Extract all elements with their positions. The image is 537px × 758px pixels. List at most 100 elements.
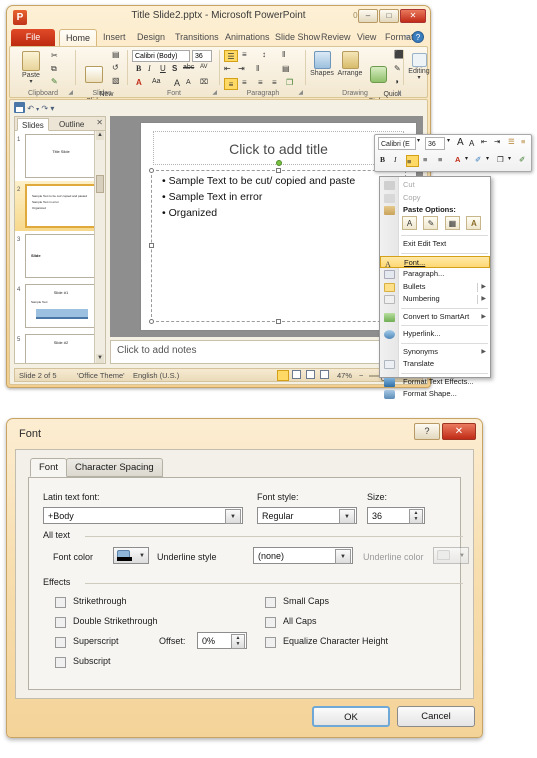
close-pane-icon[interactable]: ✕ bbox=[96, 118, 103, 127]
superscript-checkbox[interactable] bbox=[55, 637, 66, 648]
font-color-button[interactable]: ▼ bbox=[113, 547, 149, 564]
underline-style-input[interactable]: (none) ▼ bbox=[253, 547, 353, 564]
text-direction-button[interactable]: ‖ bbox=[282, 50, 285, 59]
increase-indent-button[interactable]: ⇥ bbox=[238, 64, 245, 73]
resize-handle-b[interactable] bbox=[275, 319, 281, 324]
zoom-out-button[interactable]: − bbox=[359, 369, 363, 383]
minimize-button[interactable]: – bbox=[358, 9, 378, 23]
align-right-button[interactable]: ≡ bbox=[258, 78, 263, 87]
numbering-button[interactable]: ≡ bbox=[242, 50, 247, 59]
tab-character-spacing[interactable]: Character Spacing bbox=[66, 458, 163, 477]
menu-item-format-text-effects[interactable]: Format Text Effects... bbox=[380, 376, 490, 389]
mini-align-left-button[interactable]: ≡ bbox=[406, 155, 419, 167]
mini-bold-button[interactable]: B bbox=[380, 155, 385, 164]
line-spacing-button[interactable]: ↕ bbox=[262, 50, 266, 59]
decrease-indent-button[interactable]: ⇤ bbox=[224, 64, 231, 73]
thumbnail-row-3[interactable]: 3 Slide bbox=[15, 231, 94, 281]
layout-button[interactable]: ▤ bbox=[112, 50, 120, 59]
latin-font-input[interactable]: +Body ▼ bbox=[43, 507, 243, 524]
language-indicator[interactable]: English (U.S.) bbox=[133, 369, 179, 383]
mini-align-right-button[interactable]: ≡ bbox=[438, 155, 442, 164]
undo-dropdown-icon[interactable]: ▾ bbox=[36, 107, 39, 113]
mini-decrease-indent-button[interactable]: ⇤ bbox=[481, 137, 487, 146]
save-icon[interactable] bbox=[14, 102, 25, 113]
menu-item-hyperlink[interactable]: Hyperlink... bbox=[380, 328, 490, 341]
grow-font-button[interactable]: A bbox=[174, 78, 180, 88]
body-placeholder[interactable]: Sample Text to be cut/ copied and paste … bbox=[149, 168, 406, 324]
menu-item-paragraph[interactable]: Paragraph... bbox=[380, 268, 490, 281]
mini-font-size[interactable]: 36 bbox=[425, 137, 445, 150]
restore-button[interactable]: □ bbox=[379, 9, 399, 23]
menu-item-convert-to-smartart[interactable]: Convert to SmartArt ▶ bbox=[380, 311, 490, 324]
mini-format-painter-button[interactable]: ✐ bbox=[519, 155, 525, 164]
customize-qat-icon[interactable]: ▾ bbox=[50, 104, 54, 113]
arrange-button[interactable]: Arrange bbox=[336, 51, 364, 77]
underline-style-dropdown-icon[interactable]: ▼ bbox=[335, 549, 351, 564]
scrollbar-thumb[interactable] bbox=[96, 175, 104, 193]
mini-font-name[interactable]: Calibri (E bbox=[378, 137, 416, 150]
font-name-box[interactable]: Calibri (Body) bbox=[132, 50, 190, 62]
latin-font-dropdown-icon[interactable]: ▼ bbox=[225, 509, 241, 524]
thumbnail-scrollbar[interactable]: ▲ ▼ bbox=[94, 131, 105, 363]
size-input[interactable]: 36 ▲ ▼ bbox=[367, 507, 425, 524]
tab-insert[interactable]: Insert bbox=[97, 29, 132, 46]
menu-item-font[interactable]: A Font... bbox=[380, 255, 490, 269]
font-style-input[interactable]: Regular ▼ bbox=[257, 507, 357, 524]
slideshow-view-button[interactable] bbox=[320, 369, 331, 383]
convert-smartart-button[interactable]: ❐ bbox=[286, 78, 293, 87]
mini-highlight-button[interactable]: ✐ bbox=[475, 155, 481, 164]
resize-handle-bl[interactable] bbox=[149, 319, 154, 324]
cut-button[interactable]: ✂ bbox=[51, 51, 58, 60]
bullets-button[interactable]: ☰ bbox=[224, 50, 238, 62]
tab-font[interactable]: Font bbox=[30, 458, 68, 477]
align-left-button[interactable]: ≡ bbox=[224, 78, 238, 90]
font-color-dropdown-icon[interactable]: ▼ bbox=[139, 553, 145, 559]
menu-item-cut[interactable]: Cut bbox=[380, 179, 490, 192]
copy-button[interactable]: ⧉ bbox=[51, 64, 57, 74]
undo-button[interactable]: ↶ bbox=[27, 104, 34, 113]
justify-button[interactable]: ≡ bbox=[272, 78, 277, 87]
size-spinner[interactable]: ▲ ▼ bbox=[409, 509, 423, 524]
font-style-dropdown-icon[interactable]: ▼ bbox=[339, 509, 355, 524]
tab-slides[interactable]: Slides bbox=[17, 118, 49, 131]
mini-shrink-font-button[interactable]: A bbox=[469, 139, 474, 148]
dialog-close-button[interactable]: ✕ bbox=[442, 423, 476, 440]
menu-item-synonyms[interactable]: Synonyms ▶ bbox=[380, 346, 490, 359]
tab-design[interactable]: Design bbox=[131, 29, 171, 46]
redo-button[interactable]: ↷ bbox=[41, 104, 48, 113]
menu-item-format-shape[interactable]: Format Shape... bbox=[380, 388, 490, 401]
thumbnail-row-4[interactable]: 4 Slide #1 Sample Text bbox=[15, 281, 94, 331]
editing-dropdown-icon[interactable]: ▾ bbox=[405, 75, 430, 81]
mini-font-color-button[interactable]: A bbox=[455, 155, 460, 164]
drawing-dialog-launcher[interactable]: ◢ bbox=[396, 89, 401, 96]
mini-text-effects-dropdown-icon[interactable]: ▾ bbox=[508, 155, 511, 162]
mini-numbering-button[interactable]: ≡ bbox=[521, 137, 525, 146]
font-size-box[interactable]: 36 bbox=[192, 50, 212, 62]
paste-option-use-destination-theme[interactable]: A bbox=[402, 216, 417, 230]
clear-formatting-button[interactable]: ⌧ bbox=[200, 78, 208, 86]
mini-highlight-dropdown-icon[interactable]: ▾ bbox=[486, 155, 489, 162]
menu-item-exit-edit-text[interactable]: Exit Edit Text bbox=[380, 238, 490, 251]
offset-spinner[interactable]: ▲ ▼ bbox=[231, 634, 245, 649]
align-text-button[interactable]: ▤ bbox=[282, 64, 290, 73]
clipboard-dialog-launcher[interactable]: ◢ bbox=[68, 89, 73, 96]
thumbnail-2[interactable]: Sample Text to be cut/ copied and pasted… bbox=[25, 184, 94, 228]
mini-text-effects-button[interactable]: ❐ bbox=[497, 155, 504, 164]
tab-view[interactable]: View bbox=[351, 29, 382, 46]
mini-italic-button[interactable]: I bbox=[394, 155, 397, 164]
editing-button[interactable]: Editing ▾ bbox=[405, 53, 430, 82]
menu-item-translate[interactable]: Translate bbox=[380, 358, 490, 371]
menu-item-copy[interactable]: Copy bbox=[380, 192, 490, 205]
chevron-right-icon[interactable]: ▶ bbox=[481, 311, 486, 324]
align-center-button[interactable]: ≡ bbox=[242, 78, 247, 87]
underline-button[interactable]: U bbox=[160, 64, 166, 73]
chevron-right-icon[interactable]: ▶ bbox=[481, 346, 486, 359]
mini-font-color-dropdown-icon[interactable]: ▾ bbox=[465, 155, 468, 162]
slide-sorter-view-button[interactable] bbox=[292, 369, 303, 383]
thumbnail-row-2[interactable]: 2 Sample Text to be cut/ copied and past… bbox=[15, 181, 94, 231]
strikethrough-button[interactable]: abc bbox=[183, 64, 194, 71]
thumbnail-5[interactable]: Slide #2 bbox=[25, 334, 94, 363]
thumbnail-row-1[interactable]: 1 Title Slide bbox=[15, 131, 94, 181]
paste-dropdown-icon[interactable]: ▾ bbox=[16, 79, 46, 85]
paragraph-dialog-launcher[interactable]: ◢ bbox=[298, 89, 303, 96]
